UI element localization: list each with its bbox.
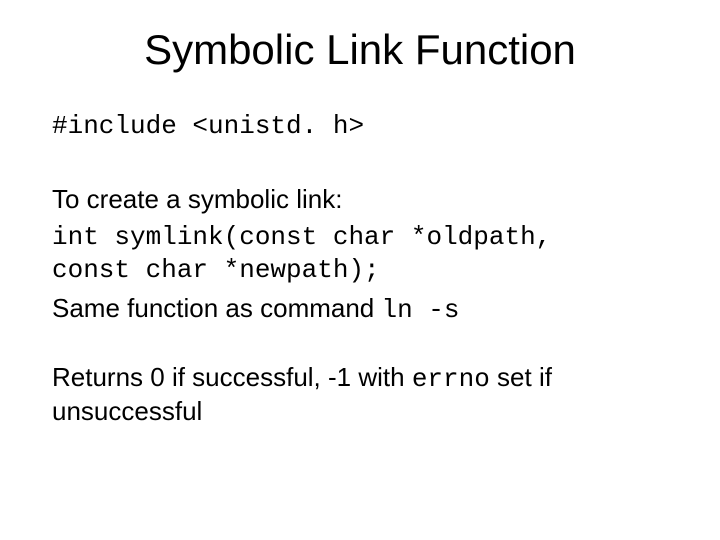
spacer — [52, 143, 672, 183]
prototype-line-2: const char *newpath); — [52, 254, 672, 287]
returns-line: Returns 0 if successful, -1 with errno s… — [52, 361, 672, 428]
include-directive: #include <unistd. h> — [52, 110, 672, 143]
same-function-line: Same function as command ln -s — [52, 292, 672, 327]
spacer — [52, 327, 672, 361]
slide-title: Symbolic Link Function — [0, 26, 720, 74]
same-function-prefix: Same function as command — [52, 293, 382, 323]
returns-prefix: Returns 0 if successful, -1 with — [52, 362, 412, 392]
slide: Symbolic Link Function #include <unistd.… — [0, 0, 720, 540]
errno-text: errno — [412, 364, 490, 394]
slide-body: #include <unistd. h> To create a symboli… — [52, 110, 672, 428]
intro-text: To create a symbolic link: — [52, 183, 672, 216]
ln-command: ln -s — [382, 295, 460, 325]
prototype-line-1: int symlink(const char *oldpath, — [52, 221, 672, 254]
